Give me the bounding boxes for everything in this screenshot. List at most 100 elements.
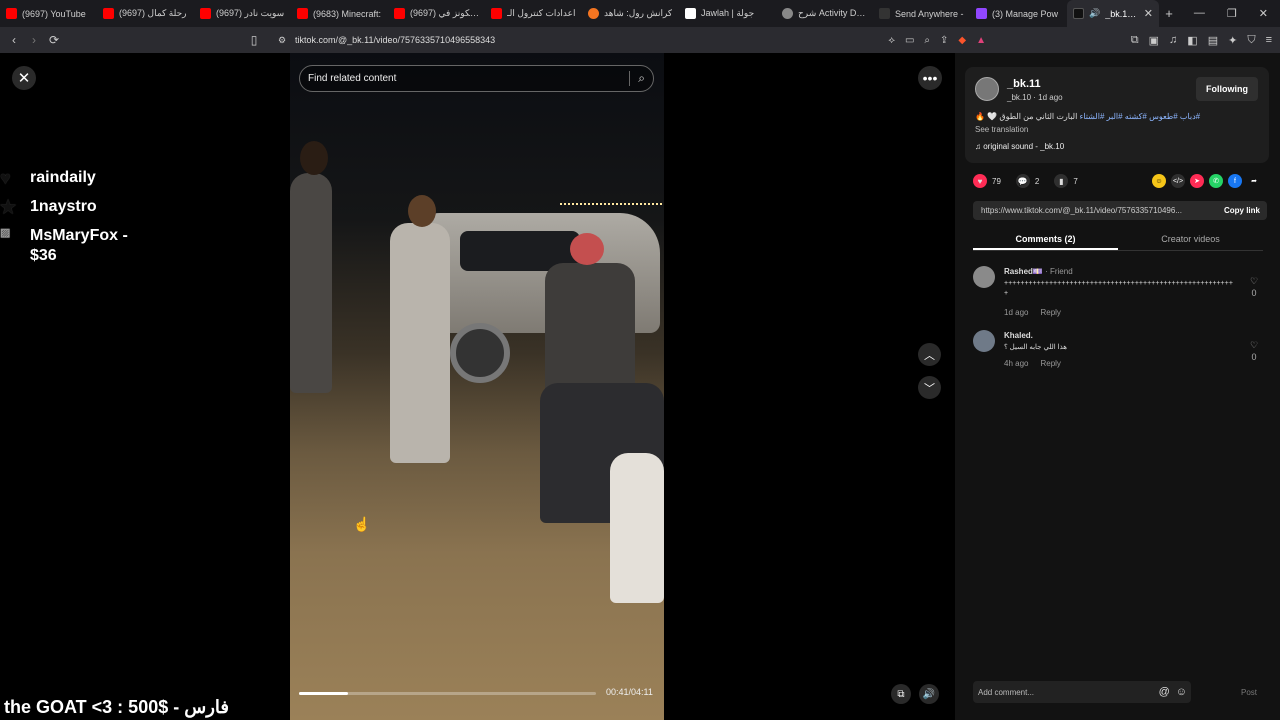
video-player[interactable]: Find related content ⌕ 00:41/04:11: [290, 53, 664, 720]
maximize-icon[interactable]: ❐: [1227, 7, 1237, 20]
search-icon[interactable]: ⌕: [629, 71, 645, 86]
facebook-icon[interactable]: f: [1228, 174, 1242, 188]
post-comment-button[interactable]: Post: [1241, 688, 1257, 697]
comment-text: هذا اللي جابه السيل ؟: [1004, 344, 1067, 351]
tab-comments[interactable]: Comments (2): [973, 229, 1118, 250]
screenshot-icon[interactable]: ▣: [1149, 34, 1159, 47]
copy-link-button[interactable]: Copy link: [1224, 206, 1267, 215]
person-head: [570, 233, 604, 265]
browser-tab[interactable]: اعدادات كنترول الـ: [485, 0, 582, 27]
close-video-button[interactable]: ✕: [12, 66, 36, 90]
vpn-icon[interactable]: ⛉: [1247, 34, 1255, 47]
add-comment-input[interactable]: Add comment... @ ☺: [973, 681, 1191, 703]
avatar[interactable]: [973, 266, 995, 288]
friends-share-icon[interactable]: ☺: [1152, 174, 1166, 188]
globe-icon: [782, 8, 793, 19]
url-field[interactable]: ⚙ tiktok.com/@_bk.11/video/7576335710496…: [272, 30, 992, 50]
browser-tab[interactable]: كرانش رول: شاهد: [582, 0, 679, 27]
embed-icon[interactable]: </>: [1171, 174, 1185, 188]
reload-icon[interactable]: ⟳: [44, 33, 64, 47]
comment-icon[interactable]: 💬: [1015, 174, 1030, 188]
post-username[interactable]: _bk.11: [1007, 78, 1041, 90]
volume-button[interactable]: 🔊: [919, 684, 939, 704]
avatar[interactable]: [973, 330, 995, 352]
copy-link-box: https://www.tiktok.com/@_bk.11/video/757…: [973, 201, 1267, 220]
heart-outline-icon: ♡: [1249, 276, 1259, 286]
comment-like[interactable]: ♡ 0: [1249, 275, 1259, 299]
reply-button[interactable]: Reply: [1040, 308, 1060, 317]
speaker-icon: 🔊: [1089, 8, 1101, 18]
back-icon[interactable]: ‹: [4, 33, 24, 47]
browser-tab-active[interactable]: 🔊_bk.10 (@✕: [1067, 0, 1159, 27]
jawlah-icon: [685, 8, 696, 19]
tiktok-page: ✕ ♥ raindaily ★ 1naystro ▨ MsMaryFox - $…: [0, 53, 1280, 720]
browser-tab[interactable]: (9683) Minecraft:: [291, 0, 388, 27]
send-anywhere-icon: [879, 8, 890, 19]
see-translation-link[interactable]: See translation: [975, 125, 1028, 134]
browser-tab[interactable]: (3) Manage Pow: [970, 0, 1067, 27]
brave-shield-icon[interactable]: ◆: [958, 35, 966, 46]
browser-tab[interactable]: (9697) YouTube: [0, 0, 97, 27]
comment-item: Rashed💷 · Friend +++++++++++++++++++++++…: [973, 266, 1263, 321]
browser-tab[interactable]: Jawlah | جولة: [679, 0, 776, 27]
share-arrow-icon[interactable]: ➦: [1247, 174, 1261, 188]
mention-icon[interactable]: @: [1159, 686, 1170, 698]
close-window-icon[interactable]: ✕: [1259, 7, 1268, 20]
translate-icon[interactable]: ⟡: [888, 35, 895, 46]
close-tab-icon[interactable]: ✕: [1144, 7, 1153, 20]
address-bar: ‹ › ⟳ ▯ ⚙ tiktok.com/@_bk.11/video/75763…: [0, 27, 1280, 53]
whatsapp-icon[interactable]: ✆: [1209, 174, 1223, 188]
minimize-icon[interactable]: —: [1194, 7, 1205, 20]
browser-tab[interactable]: شرح Activity Diagram: [776, 0, 873, 27]
heart-icon[interactable]: ♥: [973, 174, 987, 188]
browser-tab-bar: (9697) YouTube (9697) رحلة كمال (9697) س…: [0, 0, 1280, 27]
youtube-icon: [491, 8, 502, 19]
menu-icon[interactable]: ≡: [1266, 34, 1272, 46]
browser-tab[interactable]: (9697) رحلة كمال: [97, 0, 194, 27]
more-options-button[interactable]: •••: [918, 66, 942, 90]
like-count: 79: [992, 176, 1001, 186]
heart-icon: ♥: [0, 168, 11, 188]
comment-meta: 4h ago Reply: [1004, 359, 1061, 368]
emoji-icon[interactable]: ☺: [1176, 686, 1187, 698]
new-tab-button[interactable]: +: [1159, 6, 1179, 21]
media-icon[interactable]: ♫: [1169, 34, 1177, 46]
sidebar-icon[interactable]: ◧: [1187, 34, 1197, 47]
twitch-icon: [976, 8, 987, 19]
youtube-icon: [297, 8, 308, 19]
rewards-icon[interactable]: ▲: [976, 35, 986, 46]
comment-author[interactable]: Rashed💷 · Friend: [1004, 267, 1073, 276]
donor-row: ▨ MsMaryFox - $36: [0, 227, 128, 264]
cast-icon[interactable]: ▭: [905, 35, 914, 46]
wallet-icon[interactable]: ▤: [1208, 34, 1218, 47]
bookmark-icon[interactable]: ▯: [244, 33, 264, 47]
zoom-icon[interactable]: ⌕: [924, 35, 930, 46]
video-link[interactable]: https://www.tiktok.com/@_bk.11/video/757…: [981, 206, 1203, 215]
previous-video-button[interactable]: ︿: [918, 343, 941, 366]
person-figure: [390, 223, 450, 463]
video-progress-bar[interactable]: [299, 692, 596, 695]
leo-ai-icon[interactable]: ✦: [1228, 34, 1237, 47]
browser-tab[interactable]: (9697) سويت نادر: [194, 0, 291, 27]
following-button[interactable]: Following: [1196, 77, 1258, 101]
comment-author[interactable]: Khaled.: [1004, 331, 1033, 340]
browser-tab[interactable]: (9697) فالكونز في: [388, 0, 485, 27]
panel-tabs: Comments (2) Creator videos: [973, 229, 1263, 251]
forward-icon[interactable]: ›: [24, 33, 44, 47]
comment-like[interactable]: ♡ 0: [1249, 339, 1259, 363]
next-video-button[interactable]: ﹀: [918, 376, 941, 399]
share-icon[interactable]: ⇪: [940, 35, 948, 46]
site-info-icon[interactable]: ⚙: [278, 35, 286, 46]
caption-hashtags[interactable]: #دباب #طعوس #كشته #البر #الشتاء: [1080, 112, 1201, 121]
find-related-search[interactable]: Find related content ⌕: [299, 65, 654, 92]
extensions-icon[interactable]: ⧉: [1131, 34, 1139, 47]
avatar[interactable]: [975, 77, 999, 101]
browser-tab[interactable]: Send Anywhere -: [873, 0, 970, 27]
original-sound[interactable]: ♫ original sound - _bk.10: [975, 142, 1064, 151]
bookmark-icon[interactable]: ▮: [1054, 174, 1069, 188]
tab-creator-videos[interactable]: Creator videos: [1118, 229, 1263, 250]
stream-donor-overlay: ♥ raindaily ★ 1naystro ▨ MsMaryFox - $36: [0, 168, 150, 275]
send-icon[interactable]: ➤: [1190, 174, 1204, 188]
reply-button[interactable]: Reply: [1040, 359, 1060, 368]
floating-player-button[interactable]: ⧉: [891, 684, 911, 704]
